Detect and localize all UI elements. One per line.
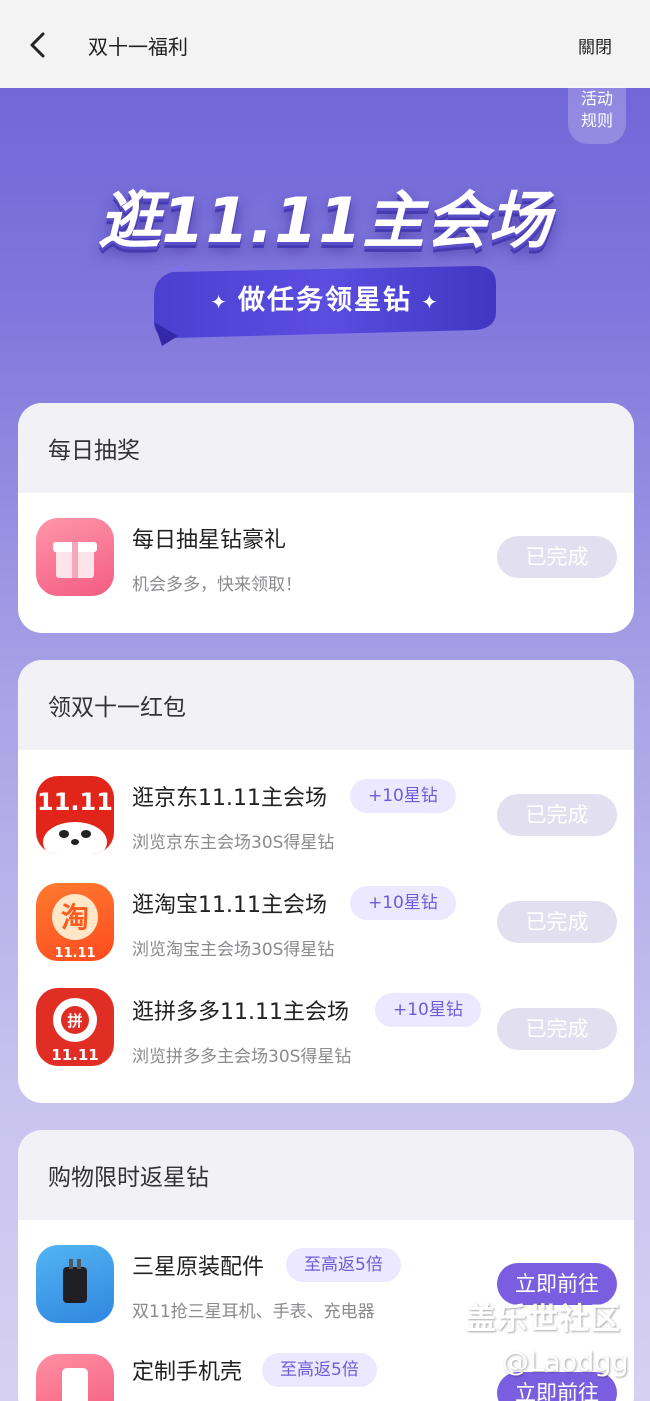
completed-button[interactable]: 已完成 (497, 1008, 617, 1050)
item-subtitle: 双11抢三星耳机、手表、充电器 (132, 1302, 375, 1322)
svg-text:淘: 淘 (61, 901, 89, 934)
close-button[interactable]: 關閉 (578, 33, 612, 58)
list-item: 每日抽星钻豪礼 机会多多，快来领取！ 已完成 (18, 508, 634, 608)
top-bar: 双十一福利 關閉 (0, 0, 650, 88)
watermark-text: 盖乐世社区 (466, 1302, 621, 1337)
item-subtitle: 机会多多，快来领取！ (132, 575, 302, 595)
item-title: 逛拼多多11.11主会场 (132, 1000, 349, 1025)
section-heading: 领双十一红包 (18, 660, 634, 750)
charger-icon (36, 1245, 114, 1323)
reward-badge: +10星钻 (350, 779, 456, 813)
item-subtitle: 浏览京东主会场30S得星钻 (132, 833, 335, 853)
section-heading: 购物限时返星钻 (18, 1130, 634, 1220)
svg-text:11.11: 11.11 (37, 788, 113, 816)
svg-text:11.11: 11.11 (51, 1046, 98, 1064)
taobao-icon: 淘 11.11 (36, 883, 114, 961)
gift-icon (36, 518, 114, 596)
item-subtitle: 浏览拼多多主会场30S得星钻 (132, 1047, 352, 1067)
sparkle-icon: ✦ (412, 290, 440, 314)
banner-title: 逛11.11主会场 (98, 184, 552, 257)
list-item: 淘 11.11 逛淘宝11.11主会场 +10星钻 浏览淘宝主会场30S得星钻 … (18, 873, 634, 973)
reward-badge: 至高返5倍 (262, 1353, 377, 1387)
svg-text:11.11: 11.11 (54, 946, 95, 961)
banner-ribbon: ✦ 做任务领星钻 ✦ (150, 258, 500, 348)
section-heading: 每日抽奖 (18, 403, 634, 493)
list-item: 拼 11.11 逛拼多多11.11主会场 +10星钻 浏览拼多多主会场30S得星… (18, 980, 634, 1080)
item-title: 三星原装配件 (132, 1255, 265, 1280)
item-title: 逛淘宝11.11主会场 (132, 893, 327, 918)
completed-button[interactable]: 已完成 (497, 536, 617, 578)
reward-badge: +10星钻 (350, 886, 456, 920)
sparkle-icon: ✦ (210, 290, 238, 314)
activity-rules-label: 活动规则 (580, 89, 613, 130)
list-item: 11.11 逛京东11.11主会场 +10星钻 浏览京东主会场30S得星钻 已完… (18, 766, 634, 866)
page-title: 双十一福利 (88, 35, 188, 59)
item-title: 每日抽星钻豪礼 (132, 528, 287, 553)
reward-badge: +10星钻 (375, 993, 481, 1027)
jd-icon: 11.11 (36, 776, 114, 854)
banner-subtitle: ✦ 做任务领星钻 ✦ (210, 285, 440, 316)
reward-badge: 至高返5倍 (286, 1248, 401, 1282)
completed-button[interactable]: 已完成 (497, 794, 617, 836)
activity-rules-button[interactable]: 活动规则 (568, 86, 626, 144)
pinduoduo-icon: 拼 11.11 (36, 988, 114, 1066)
item-title: 定制手机壳 (132, 1360, 243, 1385)
svg-text:拼: 拼 (67, 1012, 82, 1030)
phone-case-icon (36, 1354, 114, 1401)
daily-lottery-card: 每日抽奖 每日抽星钻豪礼 机会多多，快来领取！ 已完成 (18, 403, 634, 633)
item-subtitle: 浏览淘宝主会场30S得星钻 (132, 940, 335, 960)
red-packet-card: 领双十一红包 11.11 逛京东11.11主会场 +10星钻 浏览京东主会场30… (18, 660, 634, 1103)
watermark-handle: @Laodgg (502, 1347, 629, 1378)
back-arrow-icon[interactable] (22, 28, 56, 62)
item-title: 逛京东11.11主会场 (132, 786, 327, 811)
completed-button[interactable]: 已完成 (497, 901, 617, 943)
